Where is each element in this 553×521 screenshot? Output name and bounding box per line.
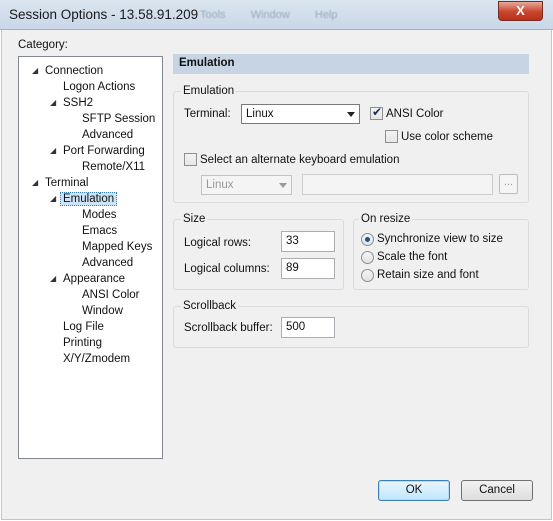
scrollback-group-label: Scrollback bbox=[181, 300, 239, 312]
tree-item-emulation[interactable]: ◢ Emulation bbox=[50, 191, 118, 207]
emulation-group-label: Emulation bbox=[181, 85, 237, 97]
tree-item-printing[interactable]: Printing bbox=[63, 335, 102, 351]
browse-button[interactable]: ... bbox=[499, 174, 518, 194]
use-color-scheme-label: Use color scheme bbox=[401, 131, 494, 143]
tree-item-ssh2[interactable]: ◢ SSH2 bbox=[50, 95, 93, 111]
category-tree[interactable]: ◢ Connection Logon Actions ◢ SSH2 SFTP Ses… bbox=[18, 56, 163, 459]
expand-triangle-icon[interactable]: ◢ bbox=[50, 143, 60, 159]
scrollback-buffer-label: Scrollback buffer: bbox=[184, 322, 273, 334]
scale-font-label: Scale the font bbox=[377, 251, 448, 263]
use-color-scheme-checkbox[interactable] bbox=[385, 130, 398, 143]
tree-item-port-forwarding[interactable]: ◢ Port Forwarding bbox=[50, 143, 145, 159]
expand-triangle-icon[interactable]: ◢ bbox=[50, 271, 60, 287]
logical-rows-label: Logical rows: bbox=[184, 237, 252, 249]
alt-keyboard-select-value: Linux bbox=[206, 179, 234, 191]
title-bar: Session Options - 13.58.91.209 Tools Win… bbox=[0, 0, 553, 30]
synchronize-view-radio[interactable] bbox=[361, 233, 374, 246]
terminal-select[interactable]: Linux bbox=[241, 104, 360, 124]
tree-item-log-file[interactable]: Log File bbox=[63, 319, 104, 335]
tree-item-window[interactable]: Window bbox=[82, 303, 123, 319]
tree-item-appearance[interactable]: ◢ Appearance bbox=[50, 271, 125, 287]
tree-item-sftp-session[interactable]: SFTP Session bbox=[82, 111, 155, 127]
dropdown-arrow-icon bbox=[347, 112, 355, 117]
tree-item-terminal[interactable]: ◢ Terminal bbox=[32, 175, 88, 191]
alt-keyboard-path-input[interactable] bbox=[302, 174, 493, 195]
panel-header: Emulation bbox=[173, 54, 529, 74]
tree-item-ansi-color[interactable]: ANSI Color bbox=[82, 287, 140, 303]
logical-rows-input[interactable]: 33 bbox=[281, 231, 335, 252]
logical-columns-input[interactable]: 89 bbox=[281, 258, 335, 279]
background-menu-text: Tools Window Help bbox=[200, 9, 338, 21]
window-title: Session Options - 13.58.91.209 bbox=[9, 7, 199, 22]
tree-item-xyzmodem[interactable]: X/Y/Zmodem bbox=[63, 351, 130, 367]
retain-size-label: Retain size and font bbox=[377, 269, 479, 281]
size-group bbox=[173, 219, 344, 290]
size-group-label: Size bbox=[181, 213, 208, 225]
tree-item-ssh2-advanced[interactable]: Advanced bbox=[82, 127, 133, 143]
tree-item-emacs[interactable]: Emacs bbox=[82, 223, 117, 239]
tree-item-emulation-advanced[interactable]: Advanced bbox=[82, 255, 133, 271]
expand-triangle-icon[interactable]: ◢ bbox=[32, 175, 42, 191]
logical-columns-label: Logical columns: bbox=[184, 263, 270, 275]
on-resize-group-label: On resize bbox=[359, 213, 413, 225]
dropdown-arrow-icon bbox=[279, 183, 287, 188]
tree-item-connection[interactable]: ◢ Connection bbox=[32, 63, 103, 79]
synchronize-view-label: Synchronize view to size bbox=[377, 233, 503, 245]
category-label: Category: bbox=[18, 39, 68, 51]
scrollback-buffer-input[interactable]: 500 bbox=[281, 317, 335, 338]
tree-item-mapped-keys[interactable]: Mapped Keys bbox=[82, 239, 152, 255]
tree-item-remote-x11[interactable]: Remote/X11 bbox=[82, 159, 145, 175]
expand-triangle-icon[interactable]: ◢ bbox=[50, 95, 60, 111]
retain-size-radio[interactable] bbox=[361, 269, 374, 282]
close-button[interactable]: X bbox=[498, 1, 543, 21]
terminal-label: Terminal: bbox=[184, 108, 231, 120]
expand-triangle-icon[interactable]: ◢ bbox=[32, 63, 42, 79]
cancel-button[interactable]: Cancel bbox=[461, 480, 533, 501]
scale-font-radio[interactable] bbox=[361, 251, 374, 264]
ansi-color-label: ANSI Color bbox=[386, 108, 444, 120]
tree-item-modes[interactable]: Modes bbox=[82, 207, 117, 223]
alt-keyboard-select[interactable]: Linux bbox=[201, 175, 292, 195]
panel-title: Emulation bbox=[179, 57, 235, 69]
alt-keyboard-checkbox[interactable] bbox=[184, 153, 197, 166]
expand-triangle-icon[interactable]: ◢ bbox=[50, 191, 60, 207]
ansi-color-checkbox[interactable] bbox=[370, 105, 383, 120]
tree-item-logon-actions[interactable]: Logon Actions bbox=[63, 79, 135, 95]
terminal-select-value: Linux bbox=[246, 108, 274, 120]
ok-button[interactable]: OK bbox=[378, 480, 450, 501]
alt-keyboard-label: Select an alternate keyboard emulation bbox=[200, 154, 400, 166]
